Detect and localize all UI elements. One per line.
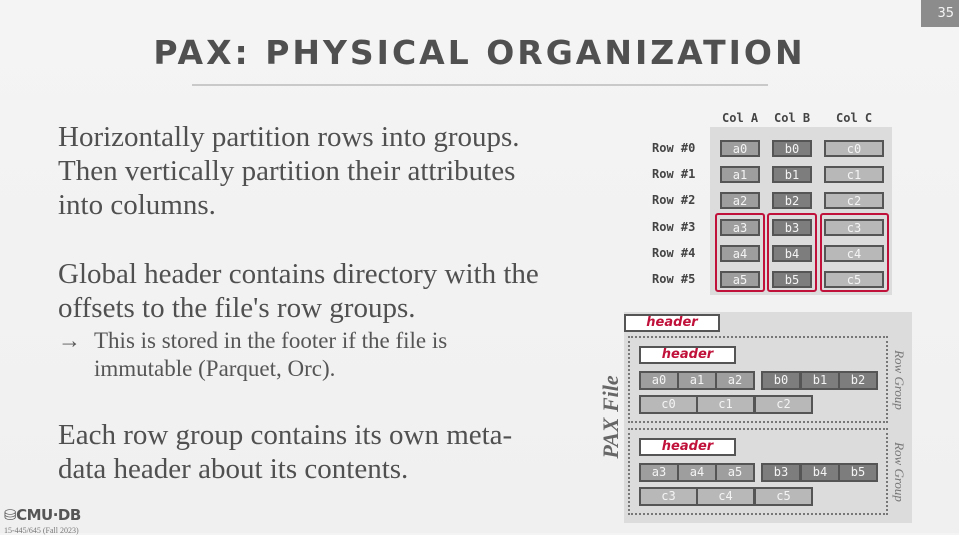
arrow-icon: → [58,328,81,353]
table-cell: a1 [720,166,760,183]
row-label: Row #5 [652,272,696,286]
highlight-col-b [767,213,817,292]
col-header-b: Col B [774,111,811,125]
row-group-label: Row Group [892,442,907,502]
row-label: Row #0 [652,141,696,155]
table-cell: a2 [720,192,760,209]
highlight-col-a [715,213,765,292]
table-cell: b2 [772,192,812,209]
table-cell: c0 [824,140,884,157]
col-c-segment: c0 [639,395,698,414]
row-group-header: header [639,346,736,364]
title-divider [192,84,768,86]
col-b-segment: b2 [838,371,878,390]
col-b-segment: b1 [800,371,840,390]
col-c-segment: c4 [696,487,755,506]
row-label: Row #4 [652,246,696,260]
slide-title: PAX: PHYSICAL ORGANIZATION [153,33,806,72]
database-icon: ⛁ [4,506,17,524]
paragraph-row-group: Each row group contains its own meta-dat… [58,419,513,485]
cmu-db-logo: ⛁CMU·DB [4,506,81,524]
table-cell: a0 [720,140,760,157]
page-number-text: 35 [937,6,954,21]
col-c-segment: c2 [754,395,813,414]
col-a-segment: a5 [715,463,755,482]
table-cell: c1 [824,166,884,183]
col-b-segment: b0 [761,371,801,390]
col-c-segment: c5 [754,487,813,506]
col-a-segment: a0 [639,371,679,390]
row-group-label: Row Group [892,350,907,410]
col-b-segment: b3 [761,463,801,482]
paragraph-global-header: Global header contains directory with th… [58,258,539,324]
page-number: 35 [921,0,959,27]
col-b-segment: b5 [838,463,878,482]
row-label: Row #2 [652,193,696,207]
sub-bullet-text: This is stored in the footer if the file… [94,328,448,381]
logo-text: CMU·DB [16,506,81,524]
col-a-segment: a3 [639,463,679,482]
col-c-segment: c1 [696,395,755,414]
col-a-segment: a2 [715,371,755,390]
course-label: 15-445/645 (Fall 2023) [4,526,79,535]
global-header: header [624,314,720,332]
table-cell: b0 [772,140,812,157]
col-header-a: Col A [722,111,759,125]
col-header-c: Col C [836,111,873,125]
table-cell: b1 [772,166,812,183]
col-a-segment: a1 [677,371,717,390]
row-label: Row #1 [652,167,696,181]
paragraph-partitioning: Horizontally partition rows into groups.… [58,121,520,221]
pax-file-label: PAX File [598,375,623,459]
col-a-segment: a4 [677,463,717,482]
col-b-segment: b4 [800,463,840,482]
highlight-col-c [820,213,889,292]
row-label: Row #3 [652,220,696,234]
col-c-segment: c3 [639,487,698,506]
row-group-header: header [639,438,736,456]
table-cell: c2 [824,192,884,209]
